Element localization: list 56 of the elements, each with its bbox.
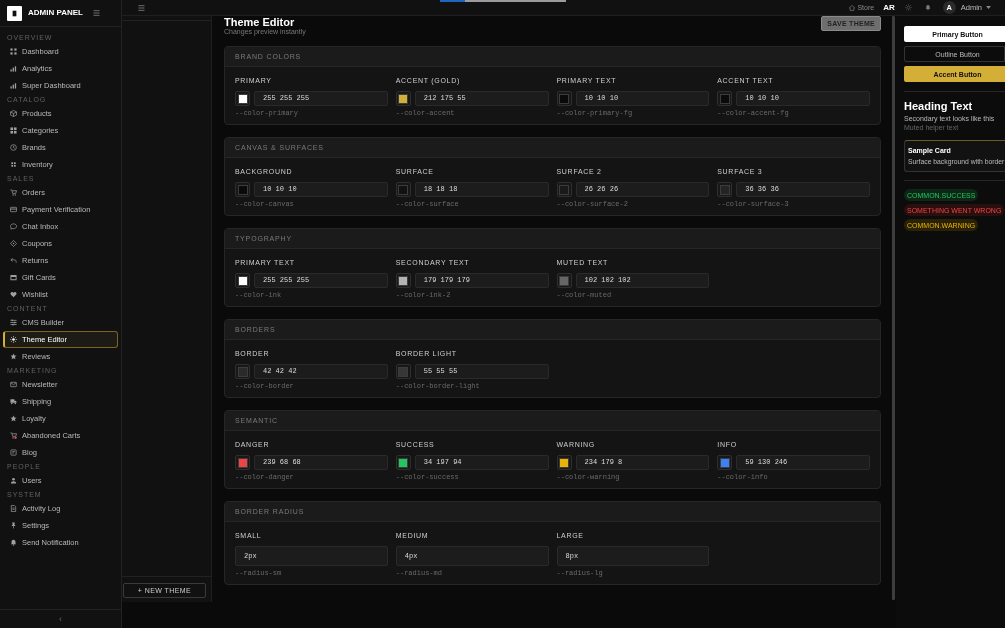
swatch-icon[interactable] (235, 455, 250, 470)
sliders-icon (10, 319, 17, 326)
menu-icon[interactable] (137, 4, 146, 11)
swatch-icon[interactable] (556, 91, 572, 106)
bar-chart-icon (10, 65, 17, 72)
document-icon (10, 505, 17, 512)
swatch-icon[interactable] (717, 455, 733, 470)
logo-icon (7, 5, 22, 21)
star-icon (10, 415, 17, 422)
collapse-button[interactable]: ‹ (57, 614, 64, 624)
swatch-icon[interactable] (235, 364, 250, 379)
clock-icon (10, 144, 17, 151)
swatch-icon[interactable] (235, 182, 250, 197)
cart-icon (10, 432, 17, 439)
bar-chart-icon (10, 82, 17, 89)
swatch-icon[interactable] (717, 182, 733, 197)
grid-icon (10, 48, 17, 55)
user-icon (10, 477, 17, 484)
note-icon (10, 449, 17, 456)
swatch-icon[interactable] (556, 182, 572, 197)
truck-icon (10, 398, 17, 405)
grid-icon (10, 161, 17, 168)
home-icon (849, 4, 856, 11)
brand-title: ADMIN PANEL (28, 9, 83, 17)
swatch-icon[interactable] (235, 91, 250, 106)
sun-icon (10, 336, 17, 343)
star-icon (10, 353, 17, 360)
bell-icon (10, 539, 17, 546)
menu-icon[interactable] (92, 10, 100, 16)
chat-bubble-icon (10, 223, 17, 230)
swatch-icon[interactable] (395, 455, 411, 470)
bell-icon[interactable] (924, 4, 931, 11)
return-arrow-icon (10, 257, 17, 264)
pin-icon (10, 522, 17, 529)
language-toggle[interactable]: AR (883, 3, 895, 12)
swatch-icon[interactable] (556, 455, 572, 470)
heart-icon (10, 291, 17, 298)
page-title: Theme Editor (224, 16, 295, 28)
sun-icon[interactable] (904, 4, 912, 11)
card-icon (10, 206, 17, 213)
scrollbar[interactable] (892, 16, 895, 600)
swatch-icon[interactable] (235, 273, 250, 288)
swatch-icon[interactable] (395, 364, 411, 379)
swatch-icon[interactable] (717, 91, 733, 106)
heading-text: Heading Text (904, 100, 973, 112)
gift-card-icon (10, 274, 17, 281)
swatch-icon[interactable] (395, 182, 411, 197)
envelope-icon (10, 381, 17, 388)
swatch-icon[interactable] (556, 273, 572, 288)
swatch-icon[interactable] (395, 91, 411, 106)
cart-icon (10, 189, 17, 196)
caret-icon[interactable] (986, 6, 991, 9)
swatch-icon[interactable] (395, 273, 411, 288)
grid-icon (10, 127, 17, 134)
box-icon (10, 110, 17, 117)
diamond-icon (10, 240, 17, 247)
